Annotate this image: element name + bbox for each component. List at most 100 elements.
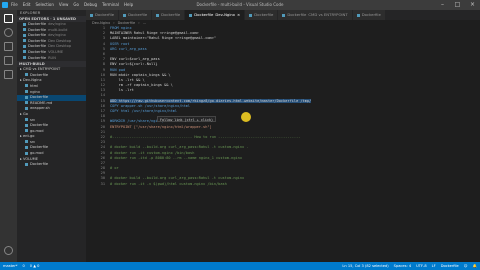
tab-label: Dockerfile — [361, 12, 381, 17]
file-icon — [25, 101, 28, 105]
code-text: ls -lrt — [110, 88, 134, 93]
tree-item-label: html — [30, 83, 39, 88]
code-text: MAINTAINER Rahul Ringe <rringe@gmail.com… — [110, 31, 199, 36]
minimize-icon[interactable]: – — [435, 0, 450, 10]
close-icon[interactable]: × — [465, 0, 480, 10]
open-editor-path: Dev Desktop — [48, 44, 72, 49]
code-text: COPY html /usr/share/nginx/html — [110, 109, 178, 113]
file-icon — [25, 162, 28, 166]
tab-label: Dockerfile — [287, 12, 307, 17]
file-icon — [25, 106, 28, 110]
editor-tab[interactable]: Dockerfile — [86, 10, 120, 20]
editor-tab[interactable]: Dockerfile — [152, 10, 186, 20]
tab-label: Dockerfile — [161, 12, 181, 17]
docker-file-icon — [282, 13, 286, 17]
tree-item-label: wrapper.sh — [30, 106, 50, 111]
editor-tab[interactable]: Dockerfile — [245, 10, 279, 20]
code-text: COPY wrapper.sh /usr/share/nginx/html — [110, 103, 191, 108]
activity-bar — [0, 10, 17, 262]
open-editor-path: multi-build — [48, 27, 68, 32]
maximize-icon[interactable]: □ — [450, 0, 465, 10]
tree-item-label: Dockerfile — [30, 145, 49, 150]
editor-tab[interactable]: Dockerfile — [352, 10, 386, 20]
status-bar: master* 0 0 ▲ 0 Ln 15, Col 3 (82 selected)… — [0, 262, 480, 270]
code-text: FROM nginx — [110, 26, 132, 30]
tab-label: Dockerfile — [95, 12, 115, 17]
code-text: RUN mkdir captain_kings && \ — [110, 72, 171, 77]
window-title: Dockerfile - multi-build - Visual Studio… — [196, 2, 284, 7]
code-text: #------------------------------------- H… — [110, 134, 301, 139]
docker-file-icon — [156, 13, 160, 17]
open-editor-path: RUN — [48, 55, 56, 60]
file-icon — [25, 84, 28, 88]
code-text: # docker run -itd -p 8080:80 --rm --name… — [110, 155, 242, 160]
file-tree: ▸ CMD vs ENTRYPOINT Dockerfile ▸ Dev-Nginx… — [17, 67, 86, 168]
code-editor[interactable]: 1 2 3 4 5 6 7 8 9 10 11 12 13 14 15 16 17 18 19 20 21 22 23 24 2… — [86, 26, 480, 262]
code-line[interactable]: # docker run -it -v $(pwd)/html custom-n… — [110, 182, 480, 187]
file-icon — [25, 118, 28, 121]
docker-file-icon — [189, 13, 193, 17]
docker-file-icon — [90, 13, 93, 17]
status-item[interactable]: 🔔 — [473, 262, 477, 270]
status-item[interactable]: 0 — [22, 262, 24, 270]
tree-item-label: nginx — [30, 89, 40, 94]
code-text: ls -lrt && \ — [110, 77, 145, 82]
gear-icon[interactable] — [4, 246, 13, 255]
tree-item-label: Dev-Nginx — [22, 78, 42, 83]
open-editor-path: dev/nginx — [48, 33, 66, 38]
file-icon — [25, 129, 28, 133]
title-bar: File Edit Selection View Go Debug Terminal Help… — [0, 0, 480, 10]
open-editor-path: VOLUME — [48, 49, 64, 54]
open-editor-name: Dockerfile — [28, 27, 47, 32]
file-icon — [25, 151, 28, 155]
code-text: ARG curl_arg_pass — [110, 46, 147, 51]
tree-item-label: Go — [22, 111, 28, 116]
code-text: USER root — [110, 41, 130, 46]
editor-tab[interactable]: Dockerfile CMD vs ENTRYPOINT — [278, 10, 353, 20]
open-editor-name: Dockerfile — [28, 22, 47, 26]
tree-item-label: Dockerfile — [30, 162, 49, 167]
open-editor-path: Dev Desktop — [48, 38, 72, 43]
link-tooltip: Follow link (ctrl + click) — [157, 116, 217, 122]
search-icon[interactable] — [4, 28, 13, 37]
tree-item[interactable]: Dockerfile — [17, 162, 86, 168]
file-icon — [25, 140, 28, 144]
status-item[interactable]: master* — [3, 262, 17, 270]
status-item[interactable]: UTF-8 — [416, 262, 426, 270]
docker-file-icon — [23, 39, 26, 43]
tab-label: Dockerfile — [194, 12, 214, 17]
extensions-icon[interactable] — [4, 70, 13, 79]
status-item[interactable]: Spaces: 4 — [394, 262, 411, 270]
tab-hint: Dev-Nginx — [215, 12, 236, 17]
tree-item-label: CMD vs ENTRYPOINT — [22, 67, 61, 72]
file-icon — [25, 90, 28, 94]
tree-item-label: ent.go — [22, 134, 35, 139]
code-text: # or — [110, 166, 119, 171]
editor-tab[interactable]: Dockerfile — [119, 10, 153, 20]
open-editor-name: Dockerfile — [28, 33, 47, 38]
code-text: # docker run -it custom-nginx /bin/bash — [110, 150, 195, 155]
editor-tab[interactable]: Dockerfile Dev-Nginx × — [185, 10, 246, 20]
status-item[interactable]: Ln 15, Col 3 (82 selected) — [342, 262, 388, 270]
tree-item-label: Dockerfile — [30, 72, 49, 77]
docker-file-icon — [123, 13, 127, 17]
code-text: ENTRYPOINT ["/usr/share/nginx/html/wrapp… — [110, 124, 212, 129]
source-control-icon[interactable] — [4, 42, 13, 51]
tab-label: Dockerfile — [128, 12, 148, 17]
file-icon — [25, 123, 28, 127]
tab-close-icon[interactable]: × — [237, 10, 240, 20]
status-item[interactable]: ☺ — [464, 262, 468, 270]
status-item[interactable]: LF — [432, 262, 436, 270]
files-icon[interactable] — [4, 14, 13, 23]
tree-item-label: README.md — [30, 100, 53, 105]
docker-file-icon — [23, 50, 26, 54]
status-item[interactable]: Dockerfile — [441, 262, 459, 270]
docker-file-icon — [23, 44, 26, 48]
tree-item-label: src — [30, 117, 36, 122]
code-content[interactable]: FROM nginx MAINTAINER Rahul Ringe <rringe… — [110, 26, 480, 187]
code-text: # docker build --build-arg curl_arg_pass… — [110, 145, 249, 150]
open-editor-item[interactable]: Dockerfile RUN — [17, 56, 86, 62]
debug-icon[interactable] — [4, 56, 13, 65]
file-icon — [25, 95, 28, 99]
status-item[interactable]: 0 ▲ 0 — [30, 262, 40, 270]
